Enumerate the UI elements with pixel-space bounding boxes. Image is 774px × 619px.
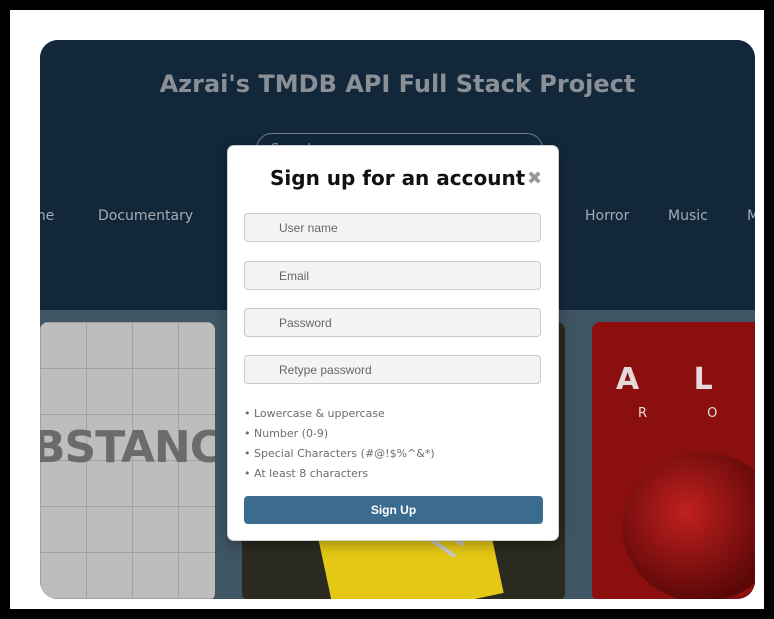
movie-poster[interactable]: BSTANCE: [40, 322, 215, 599]
genre-item-documentary[interactable]: Documentary: [98, 208, 193, 224]
poster-art: [622, 452, 755, 599]
movie-poster[interactable]: A L I R O M U: [592, 322, 755, 599]
genre-item-horror[interactable]: Horror: [585, 208, 629, 224]
poster-title: BSTANCE: [40, 422, 215, 473]
requirement-item: • Special Characters (#@!$%^&*): [244, 447, 435, 460]
username-field[interactable]: [244, 213, 541, 242]
site-title: Azrai's TMDB API Full Stack Project: [159, 70, 636, 98]
close-icon[interactable]: ✖: [527, 168, 542, 189]
sign-up-button[interactable]: Sign Up: [244, 496, 543, 524]
signup-modal: Sign up for an account ✖ • Lowercase & u…: [228, 146, 558, 540]
requirement-item: • Lowercase & uppercase: [244, 407, 385, 420]
email-field[interactable]: [244, 261, 541, 290]
password-requirements: • Lowercase & uppercase • Number (0-9) •…: [244, 404, 544, 484]
retype-password-field[interactable]: [244, 355, 541, 384]
genre-item[interactable]: me: [40, 208, 54, 224]
requirement-item: • At least 8 characters: [244, 467, 369, 480]
requirement-item: • Number (0-9): [244, 427, 329, 440]
poster-subtitle: R O M U: [638, 406, 755, 421]
modal-title: Sign up for an account: [270, 166, 526, 190]
password-field[interactable]: [244, 308, 541, 337]
genre-item[interactable]: M: [747, 208, 755, 224]
genre-item-music[interactable]: Music: [668, 208, 708, 224]
poster-title: A L I: [616, 362, 755, 397]
screen-frame: Azrai's TMDB API Full Stack Project Sear…: [10, 10, 764, 609]
